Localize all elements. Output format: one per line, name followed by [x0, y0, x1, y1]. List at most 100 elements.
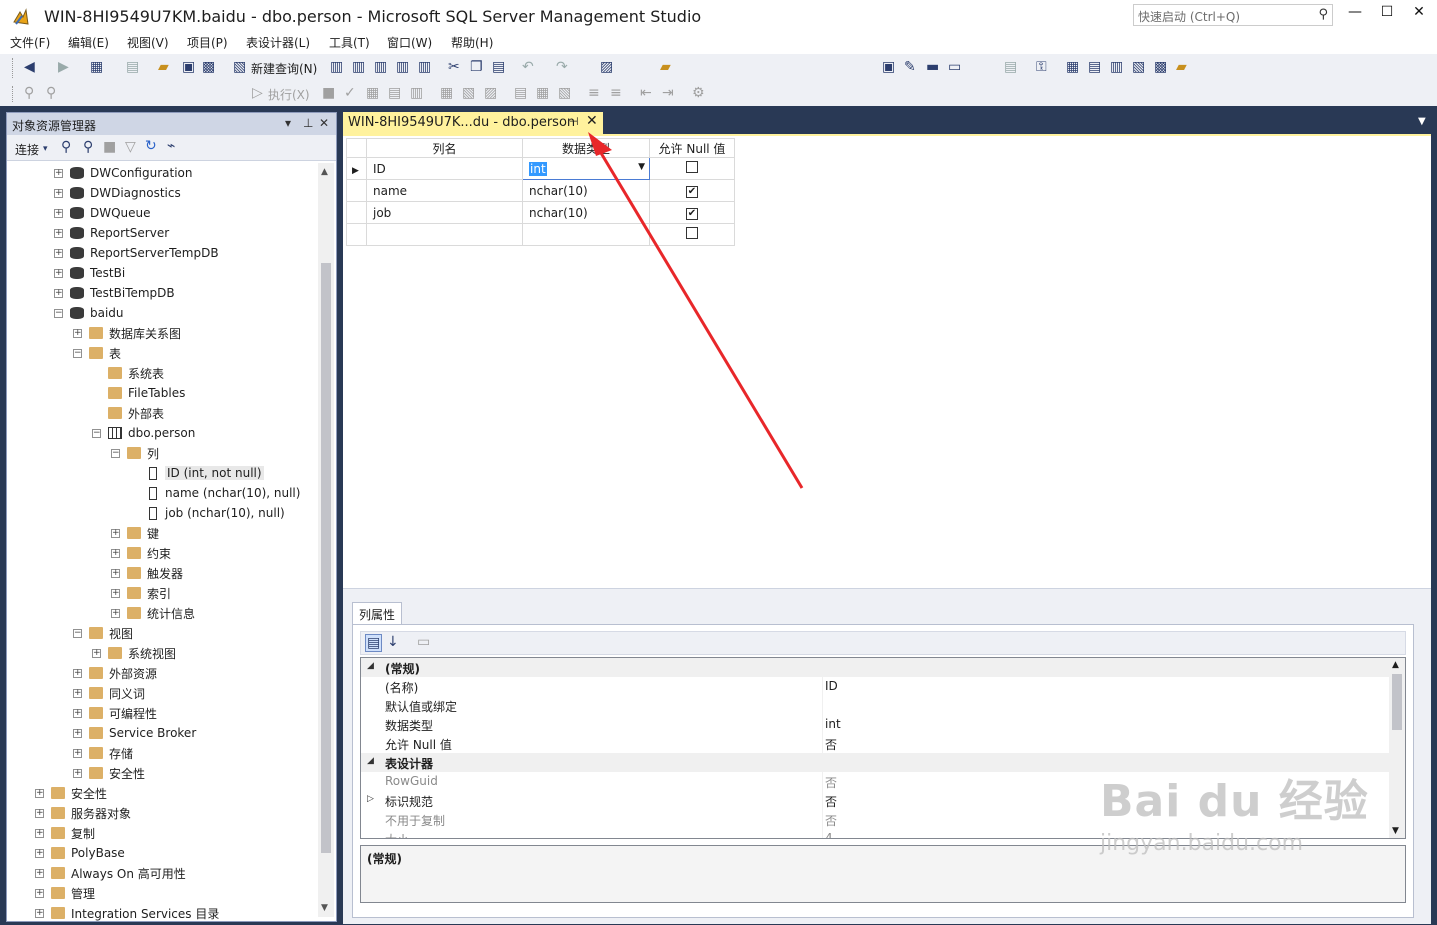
close-window-button[interactable]: ✕ — [1406, 4, 1432, 24]
db-engine-query-icon[interactable]: ▥ — [330, 59, 343, 75]
toolbar-grip[interactable] — [12, 58, 15, 78]
header-column-name[interactable]: 列名 — [366, 138, 523, 158]
object-explorer-tree[interactable]: + DWConfiguration + DWDiagnostics + DWQueue + R… — [7, 161, 317, 921]
redo-icon[interactable]: ↷ — [556, 59, 568, 75]
tree-node[interactable]: + ReportServer — [54, 223, 169, 243]
new-query-icon[interactable]: ▧ — [233, 59, 246, 75]
back-icon[interactable]: ◀ — [24, 59, 35, 75]
document-list-dropdown-icon[interactable]: ▼ — [1418, 116, 1426, 127]
expand-icon[interactable]: + — [54, 228, 63, 238]
data-type-cell[interactable] — [522, 223, 650, 246]
stop-icon[interactable]: ■ — [103, 139, 116, 155]
expand-icon[interactable]: + — [35, 908, 44, 918]
window-position-icon[interactable]: ▾ — [285, 116, 291, 130]
tree-node[interactable]: 系统表 — [92, 363, 164, 383]
scroll-up-icon[interactable]: ▲ — [1392, 660, 1399, 670]
table-row[interactable] — [346, 223, 735, 246]
expand-icon[interactable]: + — [73, 768, 82, 778]
parse-icon[interactable]: ✓ — [344, 85, 356, 101]
close-tab-icon[interactable]: ✕ — [586, 113, 598, 129]
include-plan-icon[interactable]: ▦ — [440, 85, 453, 101]
client-stats-icon[interactable]: ▨ — [484, 85, 497, 101]
tree-node[interactable]: + 触发器 — [111, 563, 183, 583]
set-primary-key-icon[interactable]: ⚿ — [1036, 59, 1047, 75]
expand-icon[interactable]: + — [111, 548, 120, 558]
expand-icon[interactable]: + — [54, 288, 63, 298]
tree-node[interactable]: − dbo.person — [92, 423, 195, 443]
tree-node[interactable]: name (nchar(10), null) — [130, 483, 300, 503]
column-name-cell[interactable]: job — [366, 201, 523, 224]
expand-icon[interactable]: + — [73, 688, 82, 698]
table-row[interactable]: name nchar(10) ✔ — [346, 179, 735, 202]
menu-view[interactable]: 视图(V) — [127, 34, 169, 51]
property-divider[interactable] — [822, 696, 823, 715]
expand-icon[interactable]: + — [54, 168, 63, 178]
specify-values-icon[interactable]: ⚙ — [692, 85, 705, 101]
indexes-keys-icon[interactable]: ▤ — [1088, 59, 1101, 75]
execute-icon[interactable]: ▷ — [252, 85, 263, 101]
open-file-icon[interactable]: ▰ — [158, 59, 169, 75]
expand-icon[interactable]: + — [35, 848, 44, 858]
connect-icon[interactable]: ⚲ — [24, 85, 34, 101]
disconnect-icon[interactable]: ⚲ — [46, 85, 56, 101]
object-explorer-icon[interactable]: ▣ — [882, 59, 895, 75]
expand-icon[interactable]: + — [35, 828, 44, 838]
tree-node[interactable]: + DWConfiguration — [54, 163, 193, 183]
table-row[interactable]: job nchar(10) ✔ — [346, 201, 735, 224]
forward-icon[interactable]: ▶ — [58, 59, 69, 75]
expand-icon[interactable]: + — [54, 268, 63, 278]
activity-monitor-icon[interactable]: ▨ — [600, 59, 613, 75]
property-divider[interactable] — [822, 829, 823, 838]
mdx-query-icon[interactable]: ▥ — [352, 59, 365, 75]
save-icon[interactable]: ▣ — [182, 59, 195, 75]
object-explorer-scrollbar[interactable]: ▲ ▼ — [318, 163, 334, 917]
pin-tab-icon[interactable]: ⊣ — [569, 115, 579, 128]
column-name-cell[interactable] — [366, 223, 523, 246]
table-row[interactable]: ▶ ID int ▼ — [346, 157, 735, 180]
tree-node[interactable]: + 安全性 — [73, 763, 145, 783]
row-selector[interactable] — [346, 223, 367, 246]
paste-icon[interactable]: ▤ — [492, 59, 505, 75]
property-divider[interactable] — [822, 772, 823, 791]
tree-node[interactable]: 外部表 — [92, 403, 164, 423]
property-divider[interactable] — [822, 810, 823, 829]
chevron-down-icon[interactable]: ▾ — [43, 141, 48, 157]
menu-tools[interactable]: 工具(T) — [329, 34, 370, 51]
property-divider[interactable] — [822, 734, 823, 753]
toolbox-icon[interactable]: ▬ — [926, 59, 939, 75]
generate-script-icon[interactable]: ▰ — [1176, 59, 1187, 75]
pin-icon[interactable]: ⊥ — [303, 116, 313, 130]
expand-icon[interactable]: + — [111, 568, 120, 578]
property-value[interactable]: 否 — [825, 793, 837, 810]
tree-node[interactable]: + 服务器对象 — [35, 803, 131, 823]
property-value[interactable]: 否 — [825, 812, 837, 829]
property-pages-icon[interactable]: ▭ — [417, 634, 430, 650]
row-selector[interactable]: ▶ — [346, 157, 367, 180]
expand-icon[interactable]: + — [54, 188, 63, 198]
menu-help[interactable]: 帮助(H) — [451, 34, 493, 51]
tree-node[interactable]: + 可编程性 — [73, 703, 157, 723]
xmla-query-icon[interactable]: ▥ — [396, 59, 409, 75]
row-selector[interactable] — [346, 179, 367, 202]
allow-nulls-checkbox[interactable]: ✔ — [686, 208, 698, 220]
tree-node[interactable]: − 表 — [73, 343, 121, 363]
toolbar-grip[interactable] — [12, 86, 15, 102]
collapse-icon[interactable]: − — [92, 428, 101, 438]
dmx-query-icon[interactable]: ▥ — [374, 59, 387, 75]
menu-project[interactable]: 项目(P) — [187, 34, 228, 51]
property-row[interactable]: 允许 Null 值 否 — [361, 734, 1391, 753]
xml-index-icon[interactable]: ▧ — [1132, 59, 1145, 75]
tree-node[interactable]: + PolyBase — [35, 843, 125, 863]
column-name-cell[interactable]: ID — [366, 157, 523, 180]
tree-node[interactable]: + TestBi — [54, 263, 125, 283]
header-data-type[interactable]: 数据类型 — [522, 138, 650, 158]
data-type-cell[interactable]: int ▼ — [522, 157, 650, 180]
dax-query-icon[interactable]: ▥ — [418, 59, 431, 75]
change-connection-icon[interactable]: ▰ — [660, 59, 671, 75]
cut-icon[interactable]: ✂ — [448, 59, 460, 75]
properties-scrollbar[interactable]: ▲ ▼ — [1389, 658, 1405, 838]
tree-node[interactable]: + 安全性 — [35, 783, 107, 803]
tree-node[interactable]: job (nchar(10), null) — [130, 503, 285, 523]
expand-property-icon[interactable]: ▷ — [367, 794, 374, 804]
tree-node[interactable]: + Service Broker — [73, 723, 196, 743]
